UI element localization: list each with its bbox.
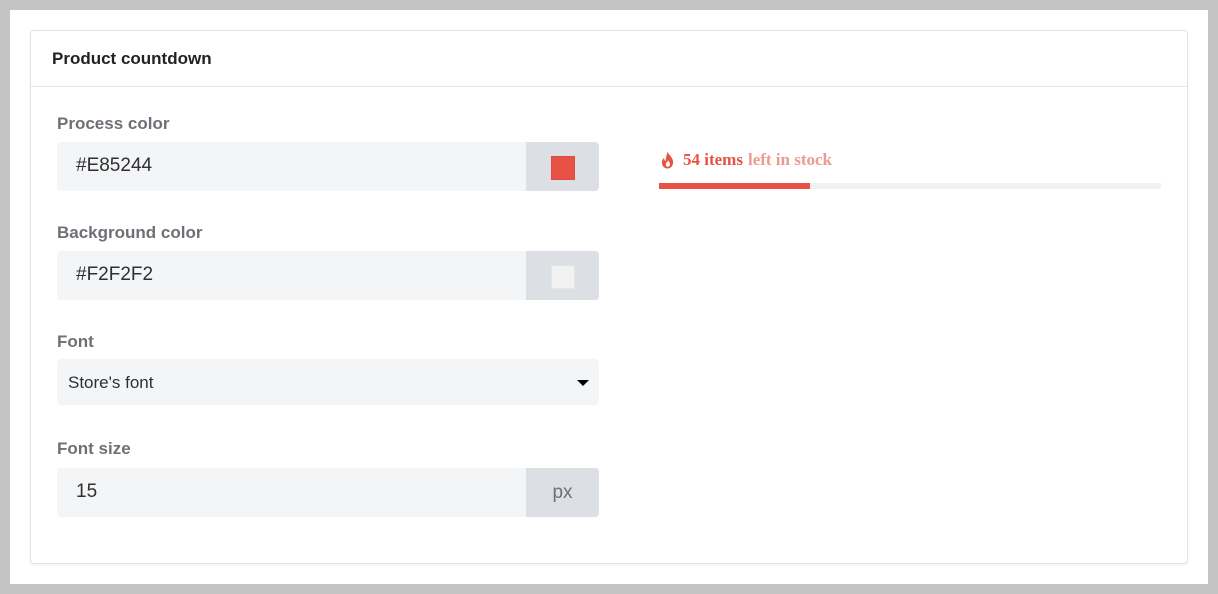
product-countdown-card: Product countdown Process color #E85244 … <box>30 30 1188 564</box>
process-color-field: #E85244 <box>57 142 599 191</box>
background-color-picker-button[interactable] <box>526 251 599 300</box>
font-size-unit: px <box>526 468 599 517</box>
caret-down-icon <box>577 380 589 386</box>
background-color-label: Background color <box>57 223 203 242</box>
stock-suffix: left in stock <box>747 150 833 169</box>
font-label: Font <box>57 332 94 351</box>
font-select[interactable]: Store's font <box>57 359 599 405</box>
font-select-value: Store's font <box>68 373 154 392</box>
stock-progress-track <box>659 183 1161 189</box>
card-title: Product countdown <box>31 31 1187 87</box>
background-color-field: #F2F2F2 <box>57 251 599 300</box>
stock-message: 54 items left in stock <box>659 148 1161 172</box>
font-size-label: Font size <box>57 439 131 458</box>
font-size-field: 15 px <box>57 468 599 517</box>
background-color-swatch <box>551 265 575 289</box>
font-size-input[interactable]: 15 <box>76 481 97 503</box>
background-color-input[interactable]: #F2F2F2 <box>76 264 153 286</box>
countdown-preview: 54 items left in stock <box>659 148 1161 189</box>
stock-count: 54 items <box>683 150 743 169</box>
stock-progress-fill <box>659 183 810 189</box>
process-color-swatch <box>551 156 575 180</box>
process-color-picker-button[interactable] <box>526 142 599 191</box>
font-size-unit-label: px <box>552 482 573 503</box>
process-color-label: Process color <box>57 114 170 133</box>
page-frame: Product countdown Process color #E85244 … <box>10 10 1208 584</box>
fire-icon <box>661 151 674 169</box>
process-color-input[interactable]: #E85244 <box>76 155 152 177</box>
